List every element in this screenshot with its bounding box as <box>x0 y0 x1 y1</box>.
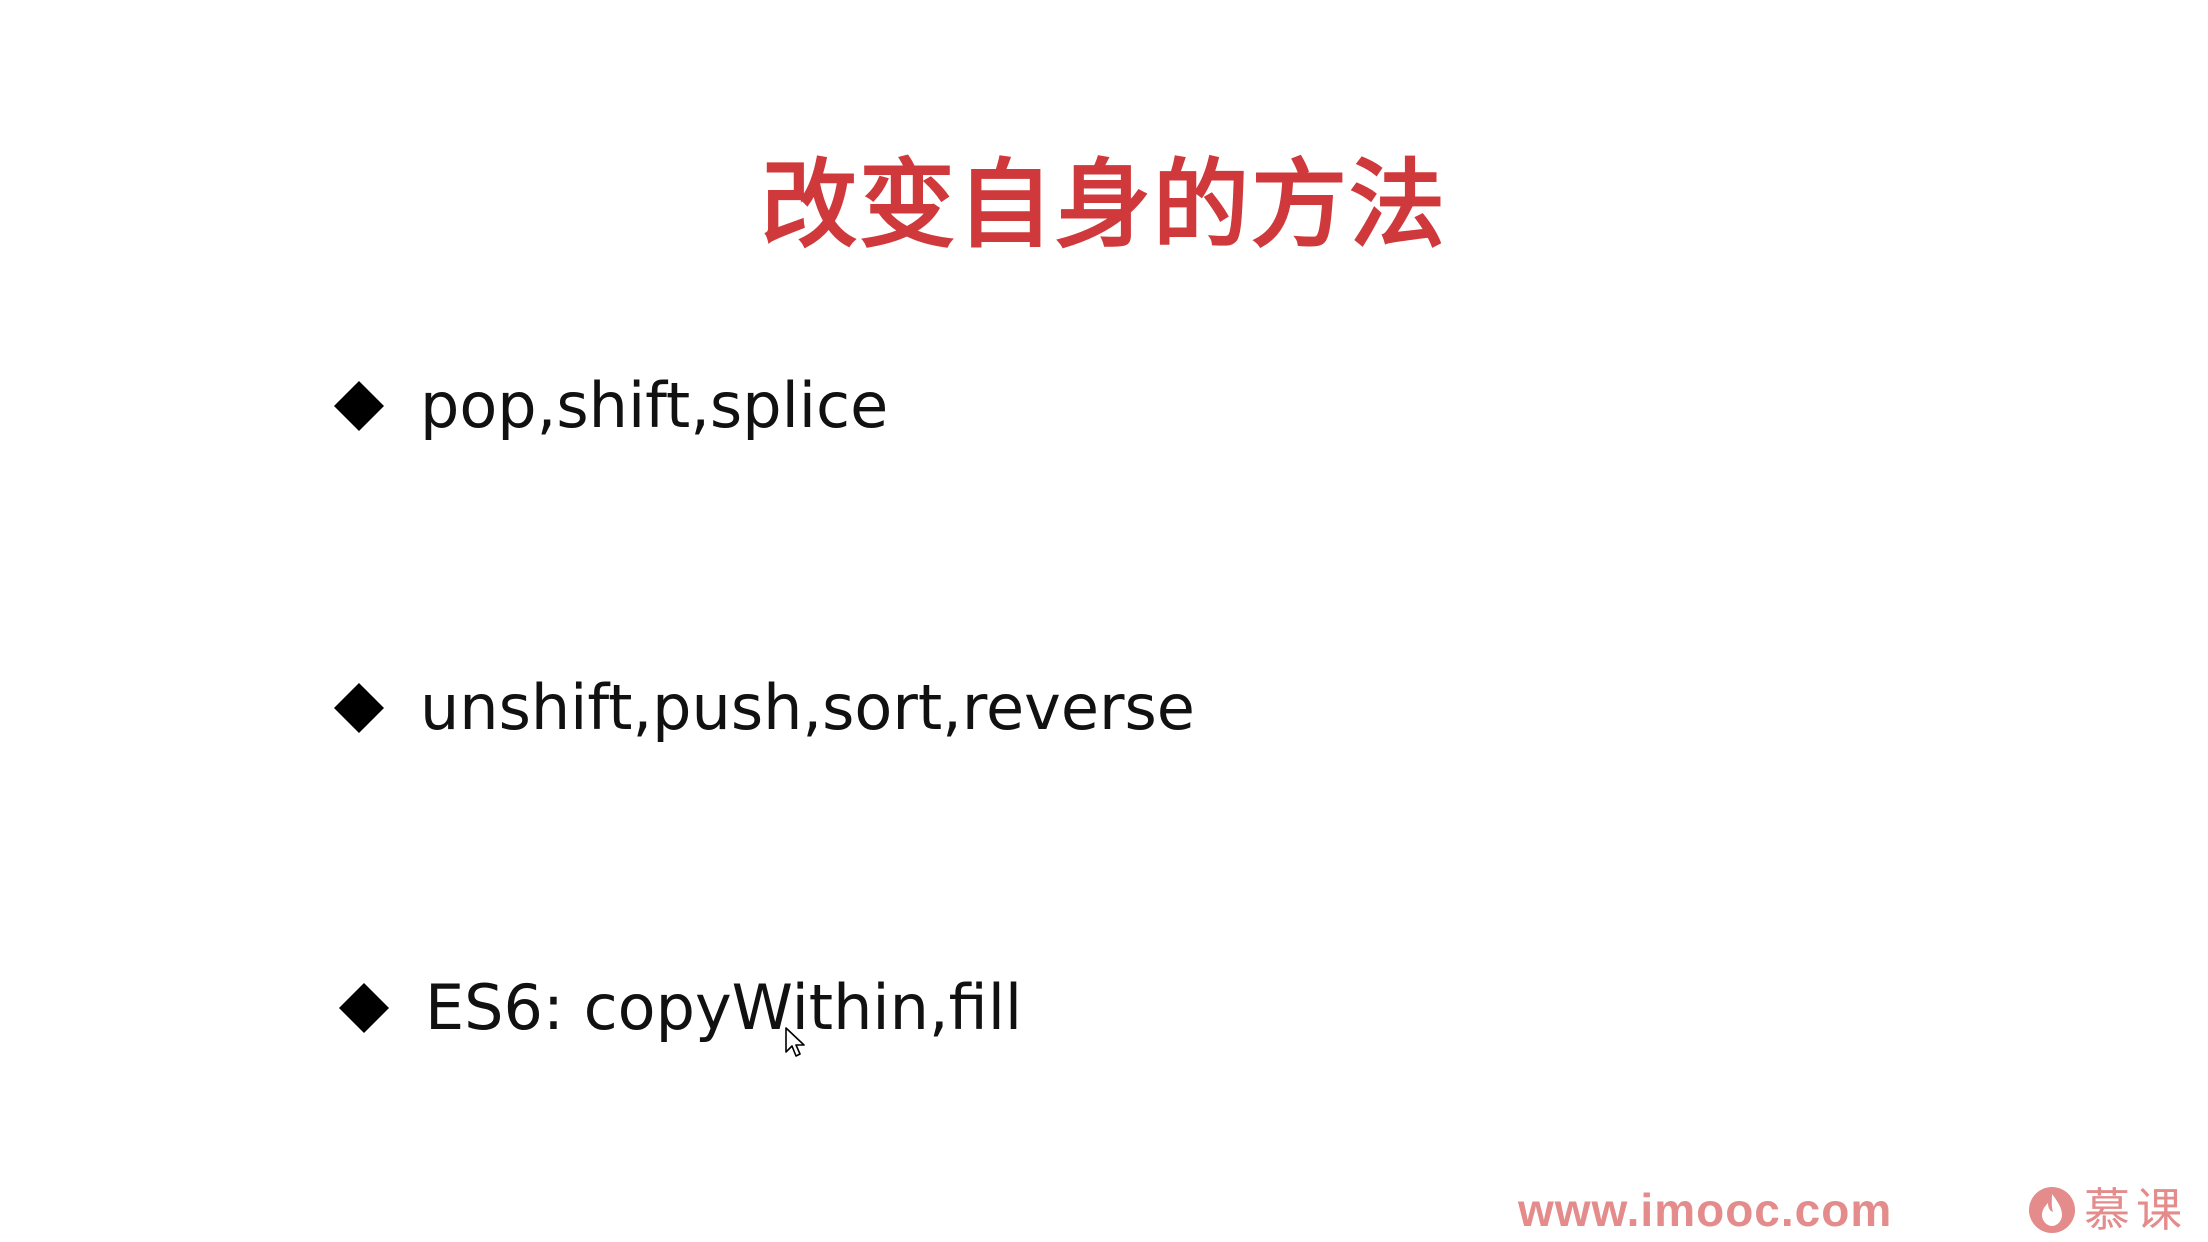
bullet-text: unshift,push,sort,reverse <box>420 671 1195 744</box>
diamond-bullet-icon <box>337 981 391 1035</box>
bullet-item: pop,shift,splice <box>332 356 888 456</box>
watermark-brand: 慕课网 <box>2084 1183 2188 1237</box>
slide: 改变自身的方法 pop,shift,splice unshift,push,so… <box>0 0 2208 1242</box>
bullet-text: pop,shift,splice <box>420 369 889 442</box>
mouse-pointer-icon <box>785 1027 807 1059</box>
watermark-url: www.imooc.com <box>1518 1184 1893 1236</box>
slide-title: 改变自身的方法 <box>761 149 1447 261</box>
flame-icon <box>2028 1186 2076 1234</box>
bullet-text: ES6: copyWithin,fill <box>425 971 1023 1044</box>
bullet-item: ES6: copyWithin,fill <box>337 958 1022 1058</box>
diamond-bullet-icon <box>332 681 386 735</box>
diamond-bullet-icon <box>332 379 386 433</box>
bullet-item: unshift,push,sort,reverse <box>332 658 1195 758</box>
watermark: www.imooc.com 慕课网 <box>1508 1180 2208 1240</box>
